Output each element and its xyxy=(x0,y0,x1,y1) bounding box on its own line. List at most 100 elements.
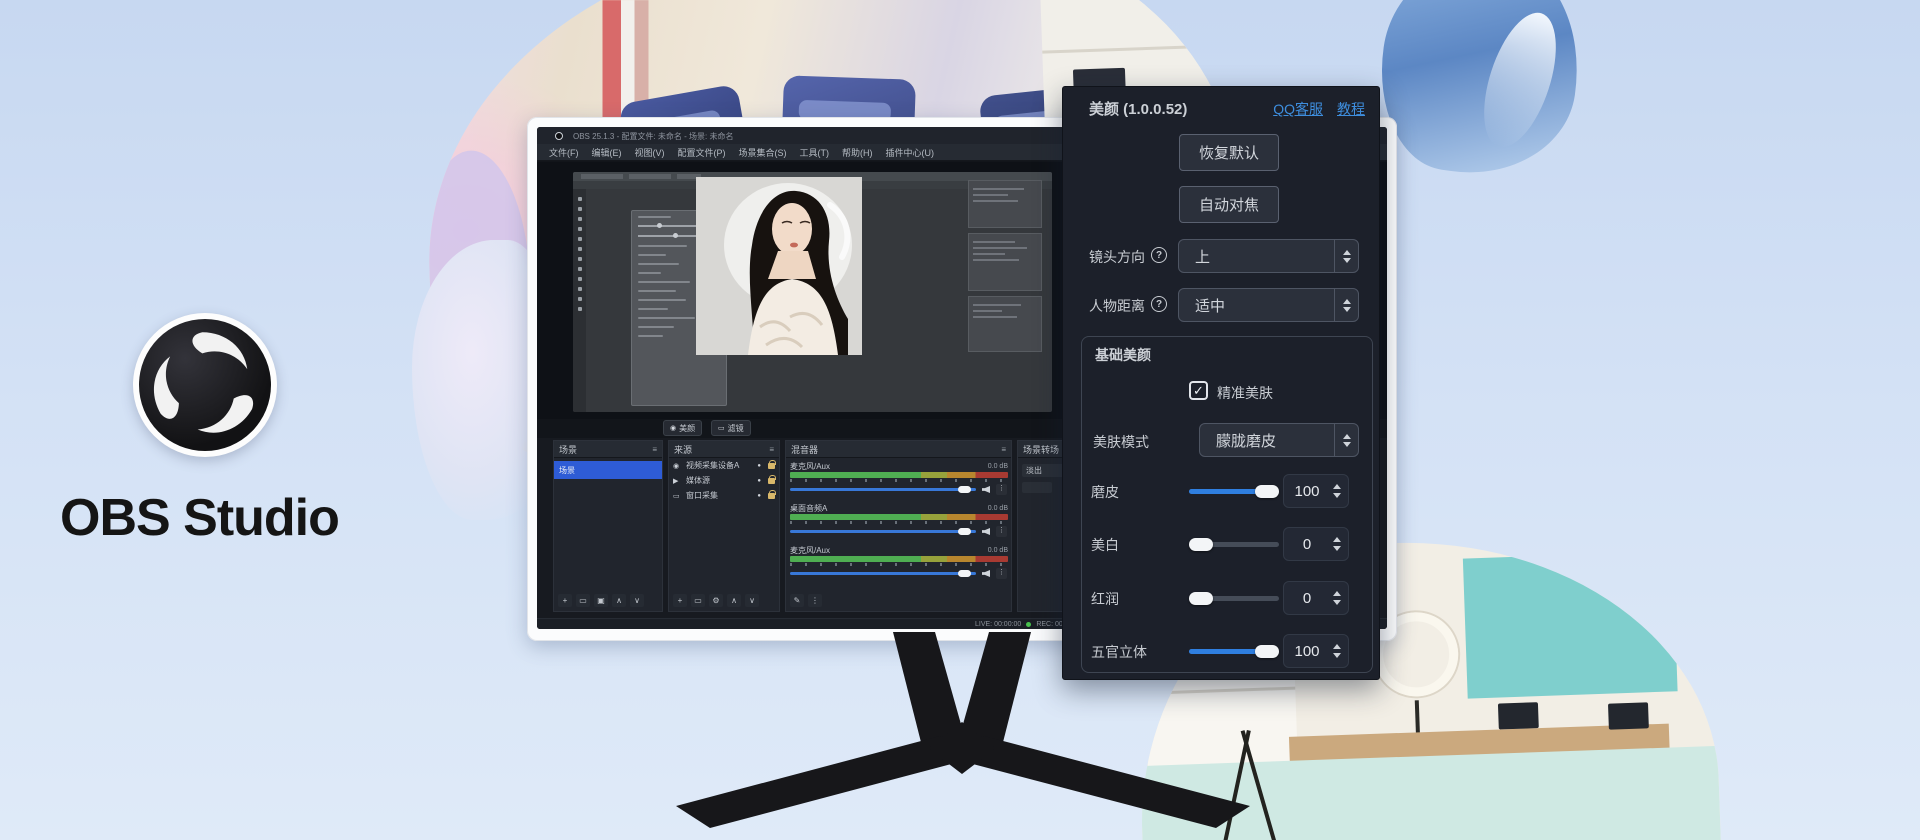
help-icon[interactable]: ? xyxy=(1151,247,1167,263)
menu-profile[interactable]: 配置文件(P) xyxy=(678,146,726,159)
audio-meter xyxy=(790,514,1008,520)
whitening-slider[interactable] xyxy=(1189,542,1279,547)
camera-direction-select[interactable]: 上 xyxy=(1178,239,1359,273)
chevron-down-icon[interactable] xyxy=(1333,653,1341,658)
speaker-icon[interactable] xyxy=(982,486,990,493)
slider-thumb[interactable] xyxy=(1255,485,1279,498)
add-scene-button[interactable]: + xyxy=(558,594,572,607)
dock-menu-icon[interactable]: ≡ xyxy=(769,445,774,454)
chevron-up-icon[interactable] xyxy=(1343,434,1351,439)
sources-title: 来源 xyxy=(674,443,692,456)
channel-options-button[interactable]: ⋮ xyxy=(996,568,1007,579)
precise-skin-checkbox[interactable]: ✓ xyxy=(1189,381,1208,400)
menu-tools[interactable]: 工具(T) xyxy=(800,146,830,159)
slider-thumb[interactable] xyxy=(1189,538,1213,551)
scene-item[interactable]: 场景 xyxy=(554,461,662,479)
qq-support-link[interactable]: QQ客服 xyxy=(1273,99,1323,119)
lock-icon[interactable] xyxy=(768,478,775,484)
scene-up-button[interactable]: ∧ xyxy=(612,594,626,607)
chevron-up-icon[interactable] xyxy=(1343,250,1351,255)
chevron-down-icon[interactable] xyxy=(1343,442,1351,447)
slider-thumb[interactable] xyxy=(1189,592,1213,605)
volume-slider[interactable] xyxy=(790,530,976,533)
visibility-icon[interactable]: ● xyxy=(757,478,761,484)
menu-file[interactable]: 文件(F) xyxy=(549,146,579,159)
speaker-icon[interactable] xyxy=(982,528,990,535)
chevron-down-icon[interactable] xyxy=(1333,600,1341,605)
remove-scene-button[interactable]: ▭ xyxy=(576,594,590,607)
volume-slider-thumb[interactable] xyxy=(958,486,971,493)
preview-beauty-button[interactable]: ◉ 美颜 xyxy=(663,420,702,436)
chevron-down-icon[interactable] xyxy=(1333,546,1341,551)
channel-options-button[interactable]: ⋮ xyxy=(996,484,1007,495)
smoothing-value-spinbox[interactable]: 100 xyxy=(1283,474,1349,508)
add-source-button[interactable]: + xyxy=(673,594,687,607)
volume-slider-thumb[interactable] xyxy=(958,570,971,577)
mixer-edit-button[interactable]: ✎ xyxy=(790,594,804,607)
spinner-arrows[interactable] xyxy=(1334,240,1358,272)
preview-filter-button[interactable]: ▭ 滤镜 xyxy=(711,420,751,436)
scenes-dock: 场景 ≡ 场景 + ▭ ▣ ∧ ∨ xyxy=(553,440,663,612)
duplicate-scene-button[interactable]: ▣ xyxy=(594,594,608,607)
mixer-channel: 桌面音频A0.0 dB ⋮ xyxy=(790,503,1008,536)
chevron-up-icon[interactable] xyxy=(1333,484,1341,489)
smoothing-slider[interactable] xyxy=(1189,489,1279,494)
dock-menu-icon[interactable]: ≡ xyxy=(652,445,657,454)
scene-down-button[interactable]: ∨ xyxy=(630,594,644,607)
scenes-dock-header: 场景 ≡ xyxy=(554,441,662,458)
spinner-arrows[interactable] xyxy=(1334,289,1358,321)
obs-window-icon xyxy=(555,132,563,140)
facial-depth-slider[interactable] xyxy=(1189,649,1279,654)
rosy-value-spinbox[interactable]: 0 xyxy=(1283,581,1349,615)
whitening-value-spinbox[interactable]: 0 xyxy=(1283,527,1349,561)
chevron-up-icon[interactable] xyxy=(1333,537,1341,542)
sources-dock-header: 来源 ≡ xyxy=(669,441,779,458)
lock-icon[interactable] xyxy=(768,493,775,499)
dot-icon: ◉ xyxy=(670,424,676,432)
chevron-up-icon[interactable] xyxy=(1343,299,1351,304)
volume-slider[interactable] xyxy=(790,488,976,491)
restore-defaults-button[interactable]: 恢复默认 xyxy=(1179,134,1279,171)
visibility-icon[interactable]: ● xyxy=(757,493,761,499)
menu-edit[interactable]: 编辑(E) xyxy=(592,146,622,159)
person-distance-select[interactable]: 适中 xyxy=(1178,288,1359,322)
slider-thumb[interactable] xyxy=(1255,645,1279,658)
source-row[interactable]: ▶ 媒体源 ● xyxy=(669,473,779,488)
dock-menu-icon[interactable]: ≡ xyxy=(1001,445,1006,454)
source-row[interactable]: ▭ 窗口采集 ● xyxy=(669,488,779,503)
facial-depth-value-spinbox[interactable]: 100 xyxy=(1283,634,1349,668)
audio-meter xyxy=(790,472,1008,478)
channel-options-button[interactable]: ⋮ xyxy=(996,526,1007,537)
menu-plugin-center[interactable]: 插件中心(U) xyxy=(886,146,935,159)
transition-control[interactable] xyxy=(1022,482,1052,493)
spinner-arrows[interactable] xyxy=(1334,424,1358,456)
chevron-down-icon[interactable] xyxy=(1343,258,1351,263)
portrait-photo xyxy=(696,177,862,355)
speaker-icon[interactable] xyxy=(982,570,990,577)
mixer-options-button[interactable]: ⋮ xyxy=(808,594,822,607)
visibility-icon[interactable]: ● xyxy=(757,463,761,469)
menu-help[interactable]: 帮助(H) xyxy=(842,146,873,159)
source-properties-button[interactable]: ⚙ xyxy=(709,594,723,607)
menu-scene-collection[interactable]: 场景集合(S) xyxy=(739,146,787,159)
obs-window-title: OBS 25.1.3 - 配置文件: 未命名 - 场景: 未命名 xyxy=(573,131,733,142)
source-down-button[interactable]: ∨ xyxy=(745,594,759,607)
audio-meter xyxy=(790,556,1008,562)
chevron-up-icon[interactable] xyxy=(1333,591,1341,596)
menu-view[interactable]: 视图(V) xyxy=(635,146,665,159)
tutorial-link[interactable]: 教程 xyxy=(1337,99,1365,119)
autofocus-button[interactable]: 自动对焦 xyxy=(1179,186,1279,223)
chevron-down-icon[interactable] xyxy=(1333,493,1341,498)
obs-shutter-icon xyxy=(139,319,271,451)
volume-slider-thumb[interactable] xyxy=(958,528,971,535)
volume-slider[interactable] xyxy=(790,572,976,575)
chevron-up-icon[interactable] xyxy=(1333,644,1341,649)
skin-mode-select[interactable]: 朦胧磨皮 xyxy=(1199,423,1359,457)
source-up-button[interactable]: ∧ xyxy=(727,594,741,607)
remove-source-button[interactable]: ▭ xyxy=(691,594,705,607)
source-row[interactable]: ◉ 视频采集设备A ● xyxy=(669,458,779,473)
lock-icon[interactable] xyxy=(768,463,775,469)
chevron-down-icon[interactable] xyxy=(1343,307,1351,312)
help-icon[interactable]: ? xyxy=(1151,296,1167,312)
rosy-slider[interactable] xyxy=(1189,596,1279,601)
